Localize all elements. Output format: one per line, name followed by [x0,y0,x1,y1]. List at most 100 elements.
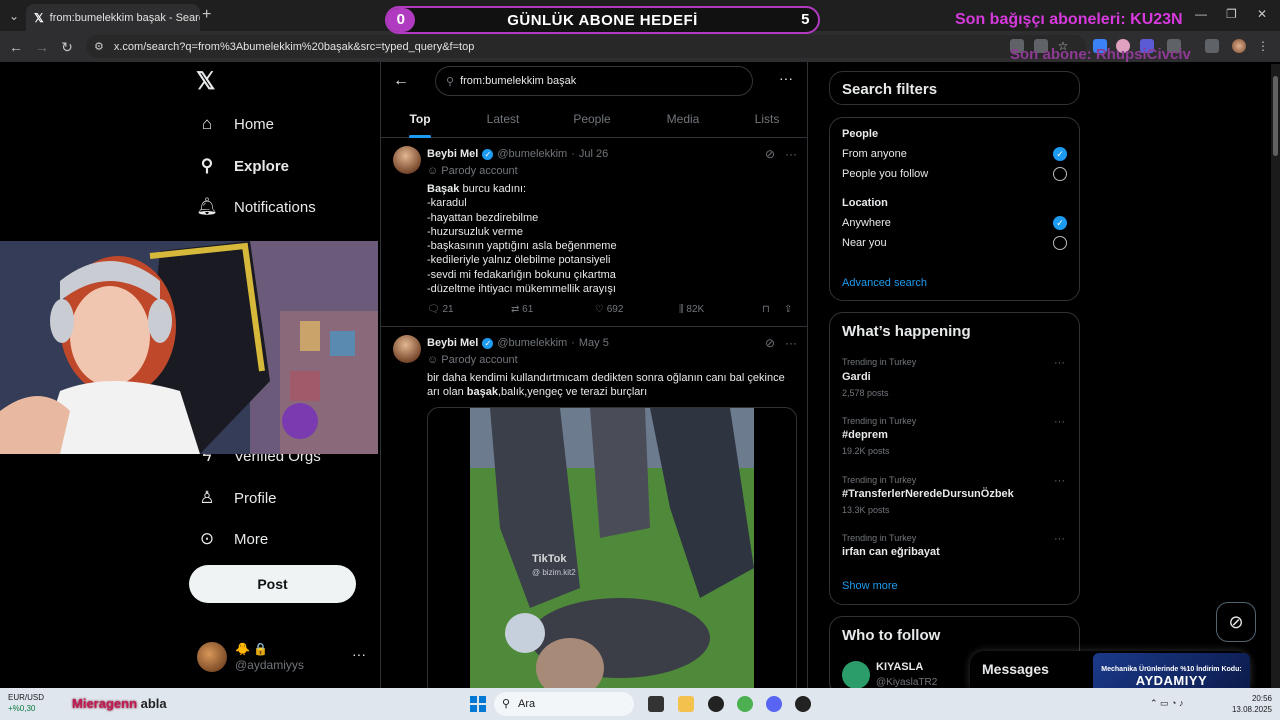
browser-menu-icon[interactable]: ⋮ [1256,39,1270,53]
reading-list-icon[interactable] [1205,39,1219,53]
video-player[interactable]: TikTok @ bizim.kit2 [427,407,797,688]
radio-people-you-follow[interactable] [1053,167,1067,181]
discord-icon[interactable] [766,696,782,712]
tab-lists[interactable]: Lists [749,102,785,138]
who-to-follow-title: Who to follow [842,627,941,644]
maximize-icon[interactable]: ❐ [1226,7,1237,21]
account-switcher[interactable]: 🐥 🔒 @aydamiyys ··· [197,640,367,676]
nav-notifications[interactable]: 🔔︎ Notifications [196,192,316,222]
new-tab-icon[interactable]: + [202,6,211,24]
app-icon[interactable] [708,696,724,712]
bookmark-icon[interactable]: ⊓ [762,304,770,315]
site-info-icon[interactable]: ⚙ [94,40,104,53]
taskbar-search-input[interactable]: ⚲ Ara [494,692,634,716]
windows-start-icon[interactable] [470,696,486,712]
tab-top[interactable]: Top [403,102,437,138]
grok-icon[interactable]: ⊘ [765,336,775,350]
system-tray[interactable]: ⌃ ▭ ◔ ♪ [1150,698,1183,709]
promo-code: AYDAMIYY [1135,673,1208,688]
trend-context: Trending in Turkey [842,533,917,543]
profile-avatar[interactable] [1232,39,1246,53]
browser-tab-active[interactable]: 𝕏 from:bumelekkim başak - Search / ✕ [26,4,200,31]
radio-anywhere[interactable]: ✓ [1053,216,1067,230]
tab-title: from:bumelekkim başak - Search / [49,11,200,24]
trend-name[interactable]: #deprem [842,429,888,441]
suggested-account-name[interactable]: KIYASLA [876,661,923,673]
nav-explore-label: Explore [234,157,290,175]
x-logo-icon[interactable]: 𝕏 [196,70,220,94]
tweet-date[interactable]: Jul 26 [579,148,608,160]
nav-home[interactable]: ⌂ Home [196,109,274,139]
filter-from-anyone[interactable]: From anyone [842,148,907,160]
avatar[interactable] [393,335,421,363]
reload-icon[interactable]: ↻ [57,37,77,57]
tab-latest[interactable]: Latest [481,102,525,138]
tweet-date[interactable]: May 5 [579,337,609,349]
tab-people[interactable]: People [569,102,615,138]
avatar[interactable] [842,661,870,689]
more-dots-icon[interactable]: ··· [779,70,793,86]
more-dots-icon[interactable]: ··· [1054,416,1065,428]
trend-count: 2,578 posts [842,388,889,398]
author-handle[interactable]: @bumelekkim [497,337,567,349]
chrome-icon[interactable] [737,696,753,712]
search-input[interactable]: ⚲ from:bumelekkim başak [435,66,753,96]
nav-explore[interactable]: ⚲ Explore [196,151,289,181]
more-dots-icon[interactable]: ··· [1054,357,1065,369]
like-button[interactable]: ♡ 692 [595,304,623,315]
forward-icon[interactable]: → [32,37,52,57]
search-filters-header: Search filters [829,71,1080,105]
search-filters-card: People From anyone ✓ People you follow L… [829,117,1080,301]
subscriber-goal-bar: 0 GÜNLÜK ABONE HEDEFİ 5 [385,6,820,34]
radio-from-anyone[interactable]: ✓ [1053,147,1067,161]
file-explorer-icon[interactable] [678,696,694,712]
trend-name[interactable]: irfan can eğribayat [842,546,940,558]
filter-near-you[interactable]: Near you [842,237,887,249]
avatar[interactable] [393,146,421,174]
grok-icon[interactable]: ⊘ [1216,602,1256,642]
show-more-link[interactable]: Show more [842,580,898,592]
author-handle[interactable]: @bumelekkim [497,148,567,160]
post-button[interactable]: Post [189,565,356,603]
app-icon[interactable] [795,696,811,712]
window-close-icon[interactable]: ✕ [1257,7,1267,21]
scrollbar-thumb[interactable] [1273,76,1278,156]
more-dots-icon[interactable]: ··· [785,336,797,350]
trend-name[interactable]: Gardi [842,371,871,383]
tweet-top-icons: ⊘ ··· [765,336,797,350]
stock-widget[interactable]: EUR/USD +%0,30 [8,692,44,714]
tab-search-dropdown-icon[interactable]: ⌄ [4,6,24,26]
trend-name[interactable]: #TransferlerNeredeDursunÖzbek [842,488,1014,500]
back-arrow-icon[interactable]: ← [393,72,409,90]
search-icon: ⚲ [200,156,214,175]
back-icon[interactable]: ← [6,37,26,57]
author-name[interactable]: Beybi Mel [427,337,478,349]
ticker-user: Mieragenn [72,696,138,711]
grok-icon[interactable]: ⊘ [765,147,775,161]
minimize-icon[interactable]: — [1195,7,1207,21]
video-thumbnail-image [470,408,754,688]
radio-near-you[interactable] [1053,236,1067,250]
more-dots-icon[interactable]: ··· [1054,533,1065,545]
home-icon: ⌂ [201,114,213,133]
filter-anywhere[interactable]: Anywhere [842,217,891,229]
mask-icon: ☺ [427,354,439,366]
more-dots-icon[interactable]: ··· [785,147,797,161]
tab-media[interactable]: Media [661,102,705,138]
more-dots-icon[interactable]: ··· [1054,475,1065,487]
nav-more[interactable]: ⊙ More [196,524,268,554]
nav-profile[interactable]: ♙ Profile [196,483,276,513]
clock[interactable]: 20:56 13.08.2025 [1226,693,1272,715]
repost-button[interactable]: ⇄ 61 [511,304,533,315]
advanced-search-link[interactable]: Advanced search [842,277,927,289]
tweet[interactable]: Beybi Mel ✓ @bumelekkim · Jul 26 ⊘ ··· ☺… [381,138,807,327]
address-bar[interactable]: ⚙ x.com/search?q=from%3Abumelekkim%20baş… [86,35,1086,58]
author-name[interactable]: Beybi Mel [427,148,478,160]
task-view-icon[interactable] [648,696,664,712]
share-icon[interactable]: ⇪ [784,304,792,315]
views-button[interactable]: ⫼ 82K [679,304,704,315]
mask-icon: ☺ [427,165,439,177]
reply-button[interactable]: 🗨︎ 21 [427,304,454,315]
page-scrollbar[interactable] [1271,64,1280,688]
filter-people-you-follow[interactable]: People you follow [842,168,928,180]
